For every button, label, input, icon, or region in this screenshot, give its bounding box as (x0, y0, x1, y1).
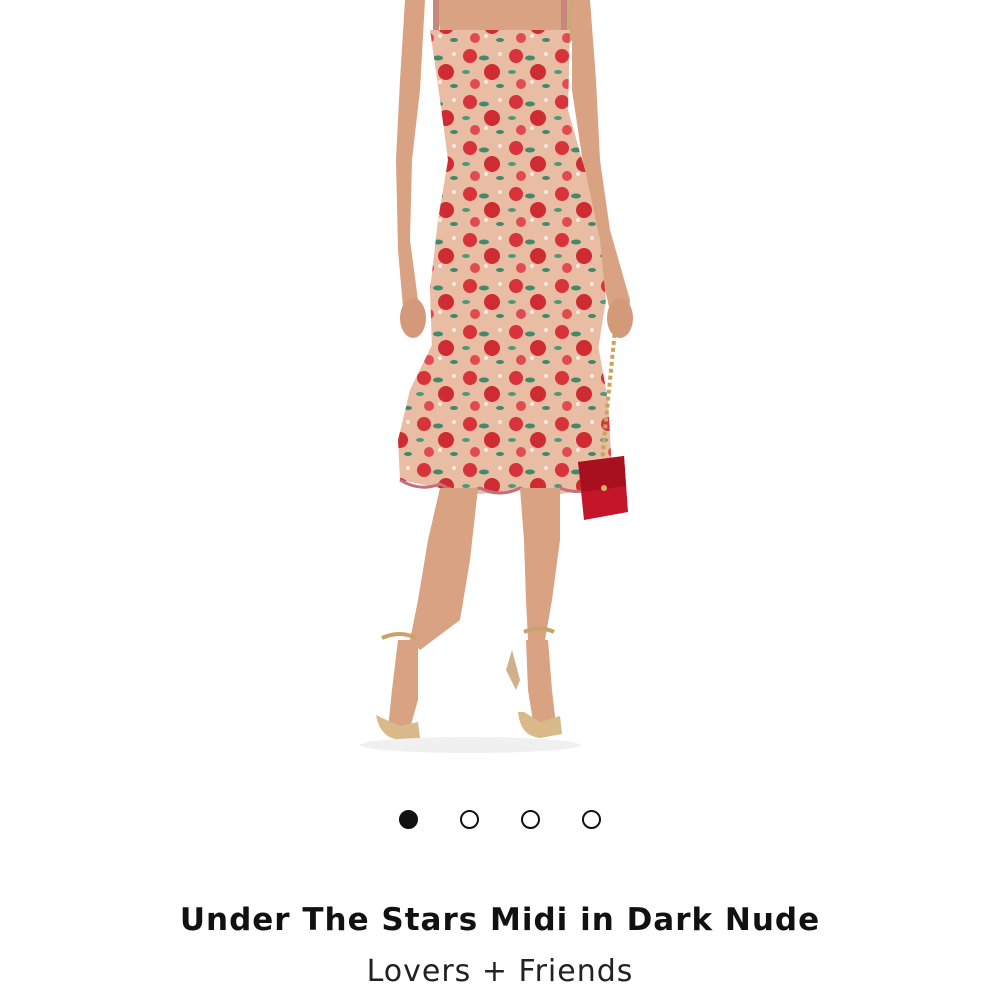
brand-name[interactable]: Lovers + Friends (0, 954, 1000, 989)
pagination-dot-4[interactable] (582, 809, 601, 829)
pagination-dot-2[interactable] (460, 809, 479, 829)
image-pagination (0, 806, 1000, 832)
pagination-dot-3[interactable] (521, 809, 540, 829)
product-title: Under The Stars Midi in Dark Nude (179, 902, 821, 938)
product-image[interactable] (0, 0, 1000, 770)
model-wearing-dress-illustration (360, 0, 633, 753)
pagination-dot-1[interactable] (399, 809, 418, 829)
